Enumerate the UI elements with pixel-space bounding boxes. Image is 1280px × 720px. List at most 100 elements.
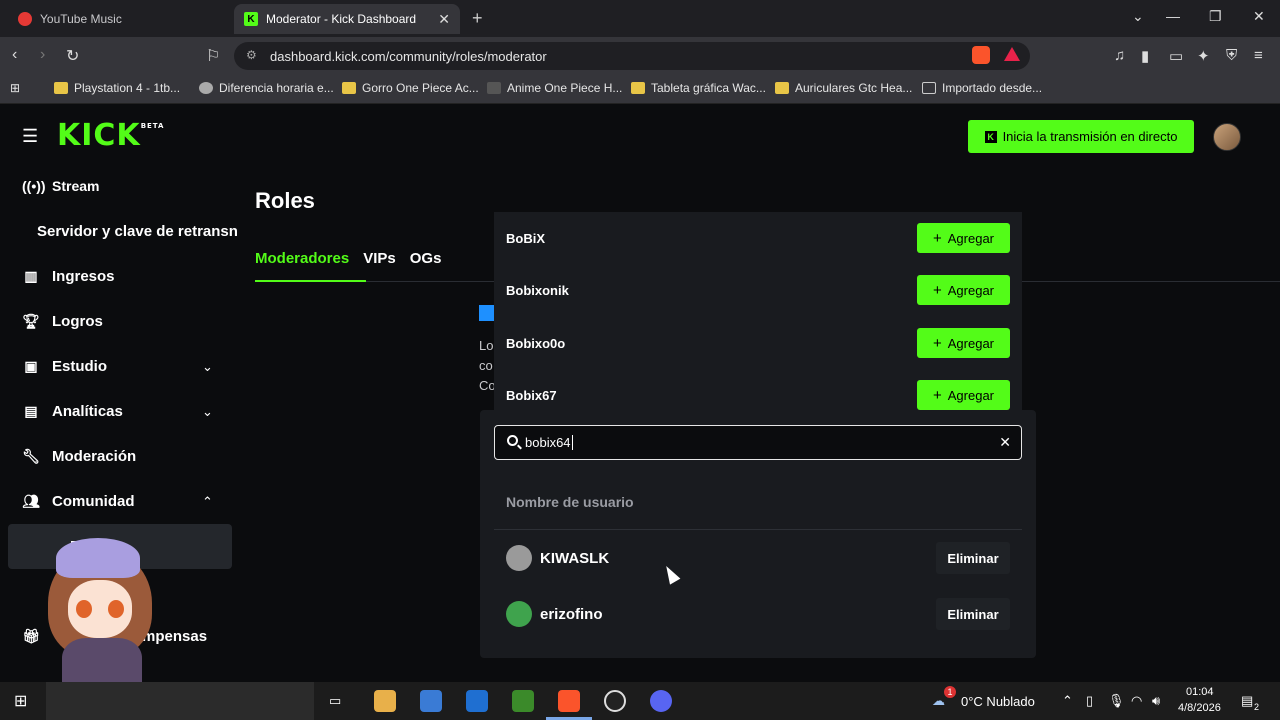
reload-button[interactable]: ↻ (66, 46, 79, 66)
music-icon[interactable]: ♫ (1114, 47, 1125, 64)
bookmark-item[interactable]: Anime One Piece H... (487, 81, 622, 95)
leo-ai-icon[interactable]: ✦ (1197, 47, 1210, 65)
apps-grid-icon[interactable]: ⊞ (10, 81, 20, 95)
volume-icon[interactable]: 🔊︎ (1152, 693, 1160, 709)
chevron-down-icon[interactable]: ⌄ (202, 404, 213, 420)
remove-moderator-button[interactable]: Eliminar (936, 542, 1010, 574)
add-button[interactable]: + Agregar (917, 223, 1010, 253)
restore-button[interactable]: ❐ (1209, 8, 1222, 25)
chevron-up-icon[interactable]: ⌃ (1062, 693, 1073, 709)
moderator-row: KIWASLK Eliminar (494, 530, 1022, 586)
tab-kick-dashboard[interactable]: K Moderator - Kick Dashboard ✕ (234, 4, 460, 34)
hamburger-menu-icon[interactable]: ☰ (22, 126, 38, 147)
device-icon[interactable]: ▯ (1086, 693, 1093, 709)
microphone-icon[interactable]: 🎙︎ (1108, 693, 1125, 709)
suggestion-item[interactable]: Bobixo0o + Agregar (494, 317, 1022, 369)
site-info-icon[interactable]: ⚙ (246, 48, 257, 62)
clock-date[interactable]: 4/8/2026 (1178, 702, 1221, 714)
avatar[interactable] (1213, 123, 1241, 151)
search-icon (507, 435, 518, 446)
sidebar-item-stream[interactable]: ((•)) Stream (22, 178, 99, 194)
studio-icon: ▣ (24, 358, 38, 374)
task-view-icon[interactable]: ▭ (329, 693, 341, 709)
avatar (506, 545, 532, 571)
kick-logo[interactable]: KICKBETA (57, 118, 164, 153)
menu-icon[interactable]: ≡ (1254, 47, 1263, 64)
weather-text[interactable]: 0°C Nublado (961, 694, 1035, 709)
tab-search-chevron-icon[interactable]: ⌄ (1132, 8, 1144, 25)
discord-icon[interactable] (650, 690, 672, 712)
forward-button[interactable]: › (40, 46, 45, 64)
taskbar-search-box[interactable] (46, 682, 314, 720)
add-button[interactable]: + Agregar (917, 328, 1010, 358)
bookmark-item[interactable]: Importado desde... (922, 81, 1042, 95)
sidebar-item-moderation[interactable]: 🔧︎ Moderación (22, 448, 136, 465)
tab-vips[interactable]: VIPs (363, 250, 396, 267)
minecraft-icon[interactable] (512, 690, 534, 712)
wallet-icon[interactable]: ▭ (1169, 47, 1183, 65)
windows-start-icon[interactable]: ⊞ (14, 691, 27, 711)
suggestion-item[interactable]: Bobixonik + Agregar (494, 264, 1022, 316)
wrench-icon: 🔧︎ (22, 448, 40, 464)
sidebar-item-server-key[interactable]: Servidor y clave de retransn (37, 223, 238, 240)
bookmark-item[interactable]: Auriculares Gtc Hea... (775, 81, 912, 95)
text-caret (571, 435, 573, 450)
bookmark-item[interactable]: Gorro One Piece Ac... (342, 81, 479, 95)
outlook-icon[interactable] (466, 690, 488, 712)
sidebar-item-achievements[interactable]: 🏆︎ Logros (22, 313, 103, 330)
back-button[interactable]: ‹ (12, 46, 17, 64)
folder-outline-icon (922, 82, 936, 94)
bookmark-item[interactable]: Playstation 4 - 1tb... (54, 81, 180, 95)
active-tab-indicator (255, 280, 366, 282)
globe-icon (199, 82, 213, 94)
minimize-button[interactable]: — (1166, 8, 1180, 24)
folder-icon (54, 82, 68, 94)
clock-time[interactable]: 01:04 (1186, 686, 1214, 698)
folder-icon (775, 82, 789, 94)
bookmark-icon[interactable]: ⚐ (206, 46, 220, 66)
brave-rewards-icon[interactable] (1004, 47, 1020, 61)
add-button[interactable]: + Agregar (917, 380, 1010, 410)
trophy-icon: 🏆︎ (22, 313, 40, 329)
username-search-input[interactable]: bobix64 ✕ (494, 425, 1022, 460)
kick-icon: K (244, 12, 258, 26)
sidebar-item-revenue[interactable]: ▥ Ingresos (22, 268, 114, 285)
file-explorer-icon[interactable] (374, 690, 396, 712)
brave-shields-icon[interactable] (972, 46, 990, 64)
close-tab-icon[interactable]: ✕ (438, 11, 450, 28)
sidebar-item-community[interactable]: 👥︎ Comunidad (22, 493, 134, 510)
close-window-button[interactable]: ✕ (1253, 8, 1265, 25)
store-icon[interactable] (420, 690, 442, 712)
add-button[interactable]: + Agregar (917, 275, 1010, 305)
start-stream-button[interactable]: K Inicia la transmisión en directo (968, 120, 1194, 153)
brave-browser-icon[interactable] (546, 690, 592, 720)
moderator-row: erizofino Eliminar (494, 586, 1022, 642)
clear-search-icon[interactable]: ✕ (999, 434, 1011, 451)
sidebar-item-studio[interactable]: ▣ Estudio (22, 358, 107, 375)
windows-taskbar: ⊞ ▭ ☁ 1 0°C Nublado ⌃ ▯ 🎙︎ ◠ 🔊︎ 01:04 4/… (0, 682, 1280, 720)
chevron-up-icon[interactable]: ⌃ (202, 494, 213, 510)
weather-icon[interactable]: ☁ (932, 693, 945, 709)
notifications-icon[interactable]: ▤ (1241, 693, 1253, 709)
chevron-down-icon[interactable]: ⌄ (202, 359, 213, 375)
notification-count: 2 (1254, 702, 1260, 712)
tab-youtube-music[interactable]: YouTube Music (8, 4, 230, 34)
bookmark-item[interactable]: Tableta gráfica Wac... (631, 81, 766, 95)
remove-moderator-button[interactable]: Eliminar (936, 598, 1010, 630)
sidebar-icon[interactable]: ▮ (1141, 47, 1149, 65)
tab-moderators[interactable]: Moderadores (255, 250, 349, 267)
suggestion-item[interactable]: BoBiX + Agregar (494, 212, 1022, 264)
wifi-icon[interactable]: ◠ (1131, 693, 1142, 709)
new-tab-button[interactable]: + (472, 8, 483, 29)
sidebar-item-analytics[interactable]: ▤ Analíticas (22, 403, 123, 420)
vpn-icon[interactable]: ⛨ (1226, 47, 1237, 64)
bar-chart-icon: ▥ (24, 268, 38, 284)
info-icon (479, 305, 495, 321)
obs-icon[interactable] (604, 690, 626, 712)
tab-ogs[interactable]: OGs (410, 250, 442, 267)
address-bar[interactable]: ⚙ dashboard.kick.com/community/roles/mod… (234, 42, 1030, 70)
suggestion-item[interactable]: Bobix67 + Agregar (494, 369, 1022, 421)
bookmark-item[interactable]: Diferencia horaria e... (199, 81, 334, 95)
page-title: Roles (255, 188, 315, 213)
avatar (506, 601, 532, 627)
